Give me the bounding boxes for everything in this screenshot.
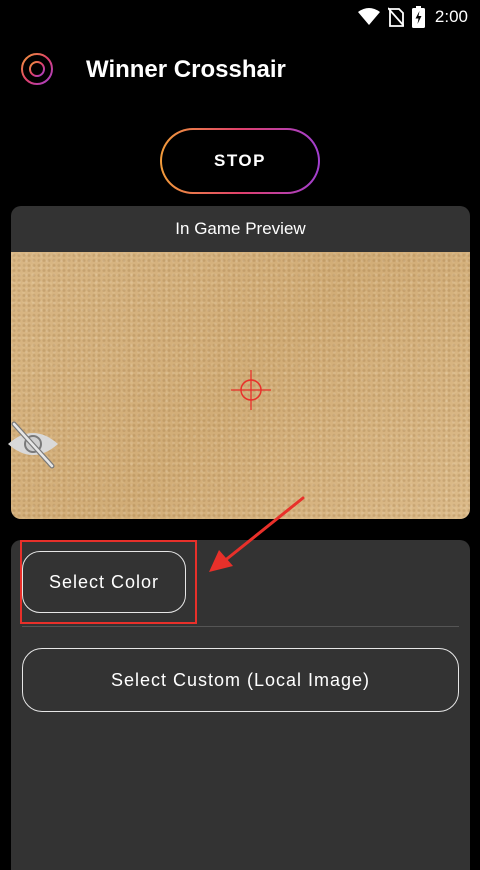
- crosshair-icon: [231, 370, 271, 410]
- preview-title: In Game Preview: [175, 219, 306, 238]
- crosshair-logo-icon: [12, 44, 62, 94]
- preview-card: In Game Preview: [11, 206, 470, 519]
- app-title: Winner Crosshair: [86, 56, 286, 83]
- options-card: Select Color Select Custom (Local Image): [11, 540, 470, 870]
- highlight-box: [20, 540, 197, 624]
- status-bar: 2:00: [0, 0, 480, 34]
- eye-off-icon[interactable]: [4, 416, 62, 472]
- battery-charging-icon: [411, 6, 425, 28]
- status-icons: 2:00: [357, 6, 468, 28]
- preview-area: [11, 252, 470, 519]
- stop-button[interactable]: STOP: [160, 128, 320, 194]
- divider: [22, 626, 459, 627]
- no-sim-icon: [387, 7, 404, 27]
- select-custom-image-button[interactable]: Select Custom (Local Image): [22, 648, 459, 712]
- stop-button-label: STOP: [162, 130, 318, 192]
- wifi-icon: [357, 8, 380, 25]
- annotation-arrow-icon: [209, 496, 305, 572]
- app-header: Winner Crosshair: [0, 38, 480, 102]
- status-time: 2:00: [434, 7, 468, 26]
